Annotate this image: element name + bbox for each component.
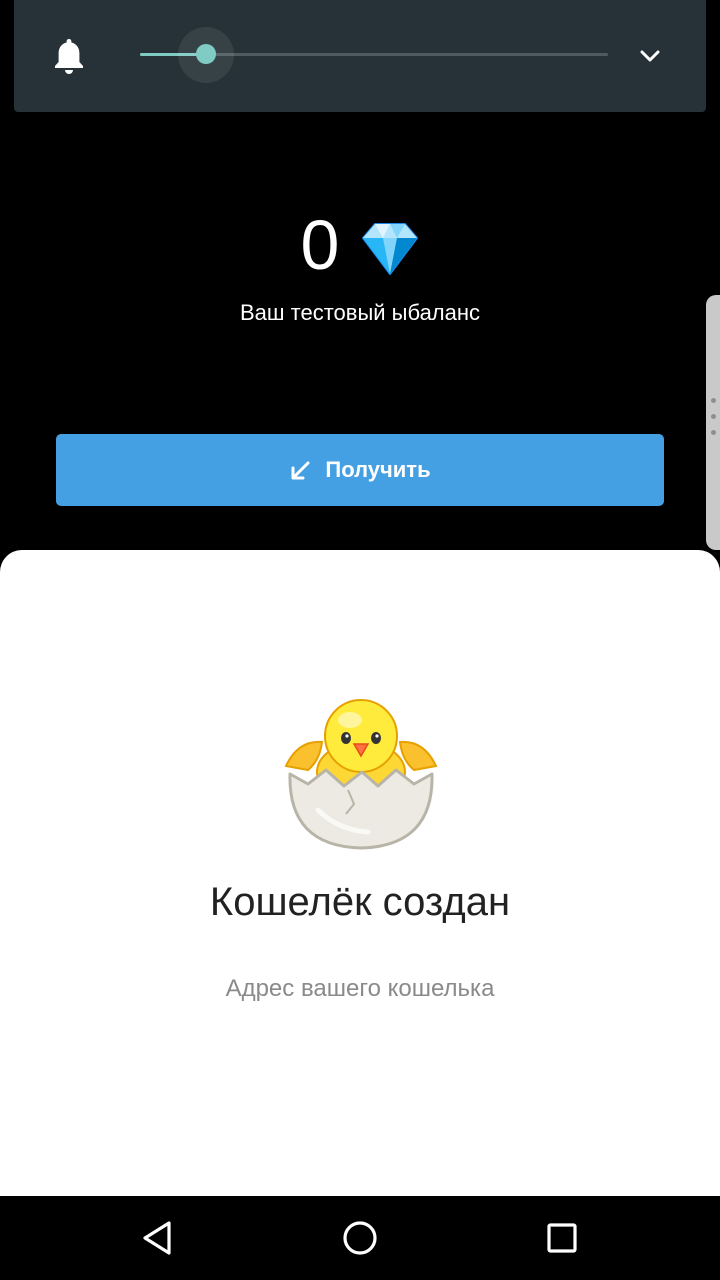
receive-button[interactable]: Получить — [56, 434, 664, 506]
receive-button-label: Получить — [325, 457, 431, 482]
edge-panel-handle[interactable] — [706, 295, 720, 550]
balance-row: 0 — [0, 200, 720, 290]
bell-icon[interactable] — [52, 36, 86, 76]
balance-label: Ваш тестовый ыбаланс — [239, 300, 481, 325]
recents-icon[interactable] — [540, 1216, 584, 1260]
balance-amount: 0 — [300, 206, 340, 284]
edge-handle-dots — [711, 398, 716, 446]
wallet-address-label: Адрес вашего кошелька — [225, 975, 495, 1002]
navigation-bar — [0, 1196, 720, 1280]
arrow-down-left-icon — [291, 461, 310, 480]
volume-slider-thumb[interactable] — [195, 44, 216, 64]
diamond-icon — [362, 223, 419, 275]
volume-slider[interactable] — [140, 27, 608, 83]
wallet-created-sheet: Кошелёк создан Адрес вашего кошелька — [0, 550, 720, 1196]
sheet-title: Кошелёк создан — [209, 880, 511, 924]
hatching-chick-icon — [284, 699, 438, 850]
home-icon[interactable] — [338, 1216, 382, 1260]
back-icon[interactable] — [136, 1216, 180, 1260]
chevron-down-icon[interactable] — [636, 42, 664, 70]
volume-panel — [14, 0, 706, 112]
